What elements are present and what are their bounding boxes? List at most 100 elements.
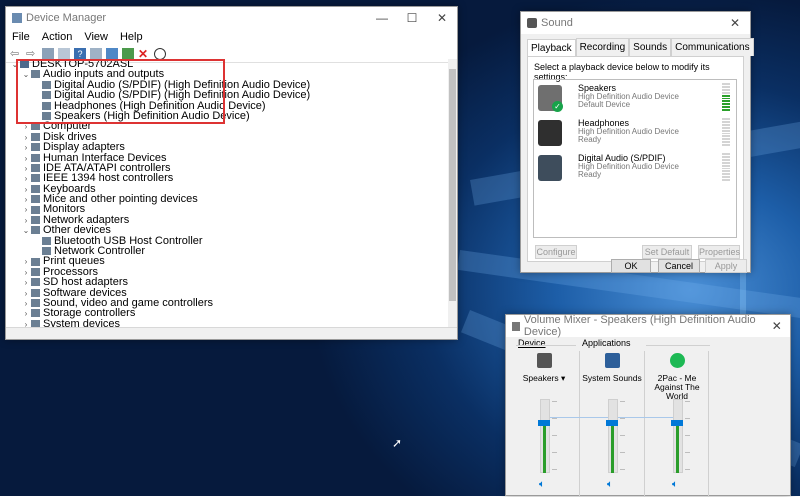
ok-button[interactable]: OK — [611, 259, 651, 273]
device-icon — [31, 267, 40, 276]
mute-speaker-icon[interactable]: 🔈︎ — [607, 479, 613, 490]
level-meter-bar — [722, 176, 730, 179]
digital-audio-icon — [538, 155, 562, 181]
slider-tick — [552, 401, 557, 402]
slider-tick — [620, 418, 625, 419]
playback-device[interactable]: ✓ Speakers High Definition Audio Device Def… — [534, 83, 736, 115]
playback-device[interactable]: Headphones High Definition Audio Device Re… — [534, 118, 736, 150]
mixer-column-label[interactable]: Speakers ▾ — [512, 374, 576, 383]
menu-view[interactable]: View — [84, 31, 108, 43]
level-meter-bar — [722, 109, 730, 112]
configure-button[interactable]: Configure — [535, 245, 577, 259]
menu-help[interactable]: Help — [120, 31, 143, 43]
uninstall-icon[interactable]: ✕ — [138, 48, 150, 60]
properties-icon[interactable] — [58, 47, 70, 60]
device-icon — [31, 153, 40, 162]
spotify-icon[interactable] — [669, 353, 685, 368]
minimize-icon[interactable]: — — [367, 11, 397, 25]
tab-sounds[interactable]: Sounds — [629, 38, 672, 56]
cancel-button[interactable]: Cancel — [658, 259, 700, 273]
forward-arrow-icon[interactable]: ⇨ — [26, 48, 38, 60]
update-driver-icon[interactable] — [122, 47, 134, 60]
set-default-button[interactable]: Set Default ▾ — [642, 245, 692, 269]
mute-speaker-icon[interactable]: 🔈︎ — [539, 479, 545, 490]
volume-slider-thumb[interactable] — [671, 419, 683, 426]
level-meter-bar — [722, 88, 730, 91]
device-icon — [31, 164, 40, 172]
playback-pane: Select a playback device below to modify… — [527, 56, 744, 269]
level-meter-bar — [722, 141, 730, 144]
speaker-icon[interactable] — [536, 353, 552, 368]
menu-action[interactable]: Action — [42, 31, 73, 43]
device-status: Default Device — [578, 100, 631, 109]
device-list-icon[interactable] — [42, 47, 54, 60]
slider-tick — [552, 418, 557, 419]
mixer-label-text: Speakers — [522, 373, 559, 383]
tab-communications[interactable]: Communications — [671, 38, 754, 56]
scan-hardware-icon[interactable] — [106, 47, 118, 60]
tab-playback[interactable]: Playback — [527, 39, 576, 57]
menu-file[interactable]: File — [12, 31, 30, 43]
device-group-label: Device — [518, 338, 546, 348]
dm-scroll-thumb[interactable] — [449, 69, 456, 301]
device-icon — [31, 143, 40, 152]
slider-tick — [552, 469, 557, 470]
sound-title: Sound — [541, 17, 573, 29]
device-group-line — [516, 345, 576, 346]
device-manager-window: Device Manager — ☐ ✕ File Action View He… — [5, 6, 458, 340]
back-arrow-icon[interactable]: ⇦ — [10, 48, 22, 60]
playback-device[interactable]: Digital Audio (S/PDIF) High Definition Au… — [534, 153, 736, 185]
tree-row-label: System devices — [43, 317, 121, 327]
applications-group-line — [646, 345, 710, 346]
vm-title: Volume Mixer - Speakers (High Definition… — [523, 314, 756, 338]
dm-titlebar: Device Manager — ☐ ✕ — [6, 7, 457, 29]
level-meter-bar — [722, 118, 730, 120]
chevron-down-icon[interactable]: ▾ — [559, 373, 565, 383]
close-icon[interactable]: ✕ — [764, 319, 790, 333]
mixer-column-label: 2Pac - Me Against The World — [645, 374, 709, 401]
level-meter-bar — [722, 179, 730, 182]
device-icon — [31, 174, 40, 183]
dm-statusbar — [6, 327, 457, 339]
volume-slider-thumb[interactable] — [606, 419, 618, 426]
slider-tick — [620, 435, 625, 436]
help-icon[interactable]: ? — [74, 47, 86, 60]
dm-title: Device Manager — [26, 12, 107, 24]
device-icon — [31, 195, 40, 204]
device-status: Ready — [578, 135, 602, 144]
mixer-column: System Sounds — [580, 353, 644, 383]
device-icon — [31, 299, 40, 308]
mute-speaker-icon[interactable]: 🔈︎ — [672, 479, 678, 490]
sound-icon — [527, 18, 537, 28]
close-icon[interactable]: ✕ — [427, 11, 457, 25]
dm-menubar: File Action View Help — [6, 29, 457, 45]
download-icon[interactable] — [154, 47, 166, 60]
tab-recording[interactable]: Recording — [575, 38, 630, 56]
level-meter-bar — [722, 129, 730, 132]
apply-button[interactable]: Apply — [705, 259, 747, 273]
slider-tick — [685, 418, 690, 419]
highlight-box — [16, 59, 225, 124]
level-meter-bar — [722, 132, 730, 135]
level-meter — [722, 118, 730, 147]
level-meter-bar — [722, 158, 730, 161]
maximize-icon[interactable]: ☐ — [397, 11, 427, 25]
device-icon — [31, 226, 40, 235]
sound-titlebar: Sound ✕ — [521, 12, 750, 34]
tree-row[interactable]: › System devices — [6, 317, 450, 327]
volume-mixer-window: Volume Mixer - Speakers (High Definition… — [505, 314, 791, 497]
dm-scrollbar[interactable] — [448, 59, 457, 327]
level-meter-bar — [722, 94, 730, 97]
device-icon — [31, 319, 40, 327]
level-meter-bar — [722, 106, 730, 109]
close-icon[interactable]: ✕ — [720, 16, 750, 30]
properties-button[interactable]: Properties — [698, 245, 740, 259]
slider-tick — [552, 435, 557, 436]
device-icon — [31, 215, 40, 224]
view-icon[interactable] — [90, 47, 102, 60]
volume-slider-thumb[interactable] — [538, 419, 550, 426]
level-meter-bar — [722, 97, 730, 100]
chevron-right-icon[interactable]: › — [21, 320, 31, 327]
device-manager-icon — [12, 13, 22, 23]
system-sounds-icon[interactable] — [604, 353, 620, 368]
